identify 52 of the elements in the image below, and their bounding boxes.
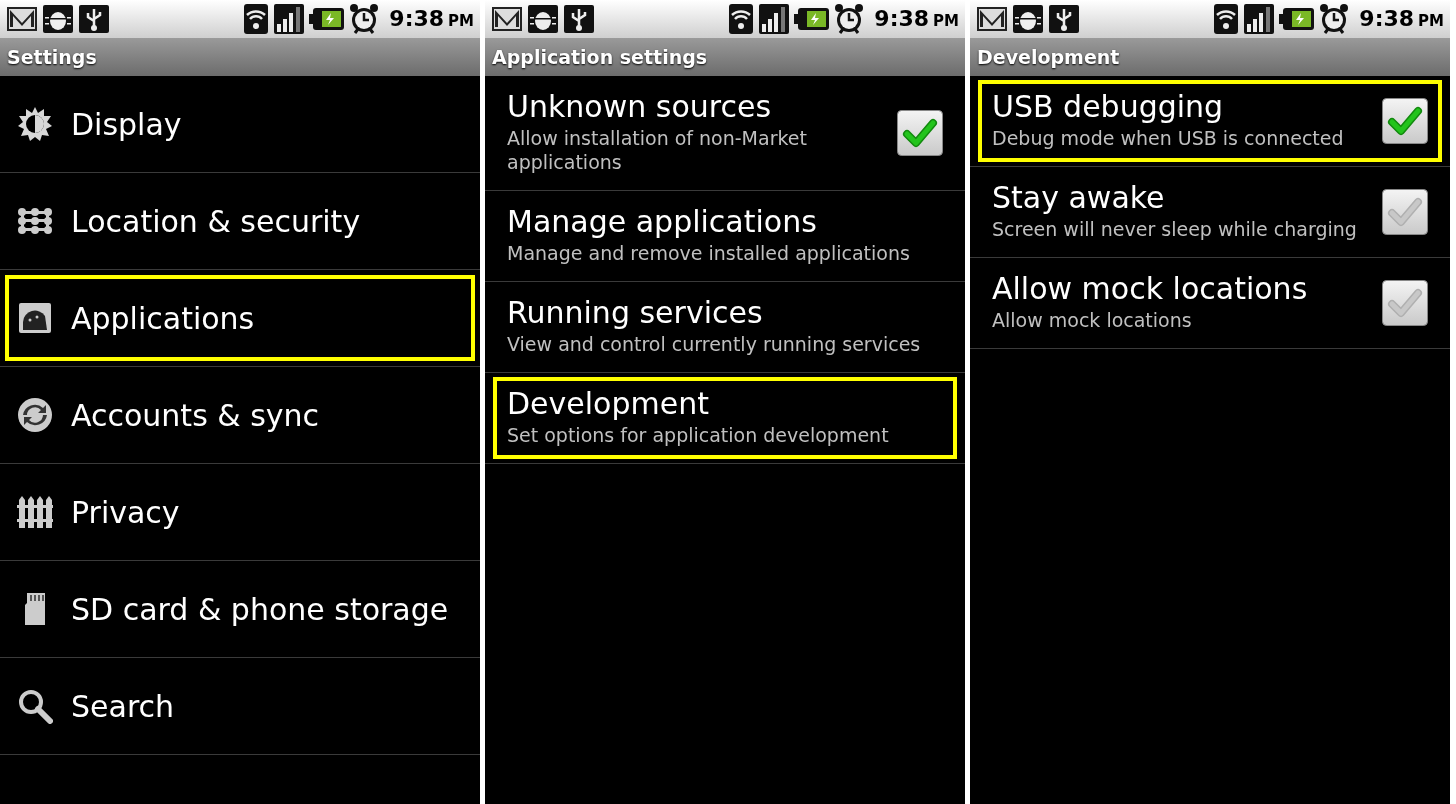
mail-icon (976, 5, 1008, 33)
search-icon (17, 688, 53, 724)
brightness-icon (17, 106, 53, 142)
list-item[interactable]: Running services View and control currently running services (493, 286, 957, 368)
list-item[interactable]: Allow mock locations Allow mock locations (978, 262, 1442, 344)
list-item[interactable]: Search (5, 663, 475, 749)
clock-time: 9:38 (874, 8, 930, 30)
list-item[interactable]: USB debugging Debug mode when USB is connected (978, 80, 1442, 162)
clock-period: PM (448, 14, 474, 29)
list-item[interactable]: Applications (5, 275, 475, 361)
alarm-clock-icon (1319, 3, 1350, 35)
alarm-clock-icon (349, 3, 380, 35)
usb-icon (78, 4, 110, 34)
list-item[interactable]: Display (5, 81, 475, 167)
list-item[interactable]: Privacy (5, 469, 475, 555)
list-item[interactable]: Manage applications Manage and remove installed applications (493, 195, 957, 277)
signal-icon (758, 3, 791, 35)
list-item[interactable]: Unknown sources Allow installation of non-Market applications (493, 80, 957, 186)
mail-icon (6, 5, 38, 33)
alarm-clock-icon (834, 3, 865, 35)
battery-charging-icon (1279, 7, 1316, 31)
screen-title: Settings (7, 44, 97, 70)
clock-period: PM (1418, 14, 1444, 29)
wifi-icon (1213, 3, 1240, 35)
sync-icon (17, 397, 53, 433)
checkbox[interactable] (897, 110, 943, 156)
battery-charging-icon (794, 7, 831, 31)
checkbox[interactable] (1382, 98, 1428, 144)
battery-charging-icon (309, 7, 346, 31)
signal-icon (1243, 3, 1276, 35)
wifi-icon (728, 3, 755, 35)
bug-icon (527, 4, 559, 34)
usb-icon (563, 4, 595, 34)
checkbox[interactable] (1382, 189, 1428, 235)
fence-icon (17, 494, 53, 530)
mail-icon (491, 5, 523, 33)
screen-title: Development (977, 44, 1120, 70)
wifi-icon (243, 3, 270, 35)
signal-icon (273, 3, 306, 35)
clock-time: 9:38 (389, 8, 445, 30)
clock-period: PM (933, 14, 959, 29)
list-item[interactable]: Development Set options for application development (493, 377, 957, 459)
list-item[interactable]: Stay awake Screen will never sleep while charging (978, 171, 1442, 253)
checkbox[interactable] (1382, 280, 1428, 326)
usb-icon (1048, 4, 1080, 34)
bug-icon (1012, 4, 1044, 34)
list-item[interactable]: Location & security (5, 178, 475, 264)
bug-icon (42, 4, 74, 34)
screen-title: Application settings (492, 44, 708, 70)
list-item[interactable]: SD card & phone storage (5, 566, 475, 652)
clock-time: 9:38 (1359, 8, 1415, 30)
list-item[interactable]: Accounts & sync (5, 372, 475, 458)
